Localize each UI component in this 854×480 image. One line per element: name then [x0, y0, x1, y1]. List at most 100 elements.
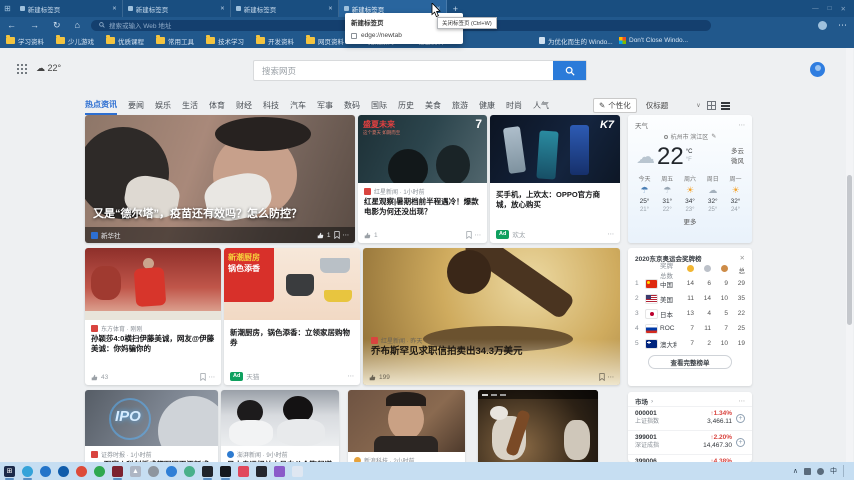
- full-standings-button[interactable]: 查看完整榜单: [648, 355, 732, 369]
- ad-card-kitchen[interactable]: 新潮厨房 锅色添香 新潮厨房，锅色添香：立领家居购物券 Ad 天猫 ⋯: [224, 248, 360, 385]
- medal-row[interactable]: 2 美国 11 14 10 35: [628, 291, 752, 306]
- like-icon[interactable]: [317, 232, 324, 239]
- taskbar-app-icon[interactable]: [22, 465, 33, 480]
- list-view-icon[interactable]: [720, 101, 730, 110]
- taskbar-app-icon[interactable]: [238, 465, 249, 477]
- more-icon[interactable]: ⋯: [348, 372, 355, 380]
- bookmark-folder[interactable]: 开发资料: [250, 35, 300, 46]
- category-tab[interactable]: 体育: [209, 100, 225, 114]
- bookmark-icon[interactable]: [333, 231, 340, 239]
- tray-caret-icon[interactable]: ∧: [793, 467, 798, 475]
- tab-close-icon[interactable]: ✕: [328, 6, 333, 12]
- taskbar-app-icon[interactable]: [58, 465, 69, 477]
- bookmark-icon[interactable]: [465, 231, 472, 239]
- forward-icon[interactable]: →: [23, 20, 46, 30]
- network-icon[interactable]: [804, 467, 811, 475]
- bookmark-icon[interactable]: [199, 373, 206, 381]
- category-tab[interactable]: 国际: [371, 100, 387, 114]
- taskbar-app-icon[interactable]: [148, 465, 159, 477]
- taskbar-app-icon[interactable]: ▲: [130, 465, 141, 477]
- new-tab-button[interactable]: +: [447, 4, 464, 14]
- category-tab[interactable]: 美食: [425, 100, 441, 114]
- home-icon[interactable]: ⌂: [68, 20, 87, 30]
- category-tab[interactable]: 生活: [182, 100, 198, 114]
- news-card-pingpong[interactable]: 东方体育 · 刚刚 孙颖莎4:0横扫伊藤美诚，网友@伊藤美诚：你妈骗你的 43 …: [85, 248, 221, 385]
- news-card-delta[interactable]: 又是“德尔塔”，疫苗还有效吗？怎么防控？ 新华社 1 ⋯: [85, 115, 355, 243]
- category-tab[interactable]: 财经: [236, 100, 252, 114]
- widget-close-icon[interactable]: ✕: [740, 254, 745, 262]
- like-icon[interactable]: [369, 374, 376, 381]
- bookmark-folder[interactable]: 少儿游戏: [50, 35, 100, 46]
- category-tab[interactable]: 旅游: [452, 100, 468, 114]
- chevron-down-icon[interactable]: ∨: [696, 102, 700, 109]
- medal-row[interactable]: 4 ROC 7 11 7 25: [628, 321, 752, 336]
- more-icon[interactable]: ⋯: [343, 231, 350, 239]
- taskbar-app-icon[interactable]: [184, 465, 195, 477]
- refresh-icon[interactable]: ↻: [46, 20, 68, 31]
- grid-view-icon[interactable]: [706, 101, 716, 110]
- bookmark-folder[interactable]: 常用工具: [150, 35, 200, 46]
- browser-tab[interactable]: 新建标签页 ✕: [15, 0, 123, 17]
- bookmark-icon[interactable]: [598, 373, 605, 381]
- category-tab[interactable]: 热点资讯: [85, 99, 117, 115]
- medal-row[interactable]: 5 澳大利亚 7 2 10 19: [628, 336, 752, 351]
- layout-select[interactable]: 仅标题: [646, 100, 669, 111]
- taskbar-app-icon[interactable]: [274, 465, 285, 477]
- browser-tab[interactable]: 新建标签页 ✕: [123, 0, 231, 17]
- add-stock-icon[interactable]: +: [736, 413, 745, 423]
- ime-indicator[interactable]: 中: [830, 466, 837, 476]
- more-icon[interactable]: ⋯: [608, 230, 615, 238]
- widget-more-icon[interactable]: ⋯: [739, 121, 746, 129]
- bookmark-folder[interactable]: 学习资料: [0, 35, 50, 46]
- category-tab[interactable]: 时尚: [506, 100, 522, 114]
- medal-widget[interactable]: 2020东京奥运会奖牌榜 ✕ 奖牌总数 总 1 中国 14 6 9 29 2 美…: [628, 248, 752, 386]
- tab-close-icon[interactable]: ✕: [112, 6, 117, 12]
- category-tab[interactable]: 数码: [344, 100, 360, 114]
- widget-more-icon[interactable]: ⋯: [739, 397, 746, 405]
- weather-more-link[interactable]: 更多: [628, 216, 752, 226]
- suggest-item[interactable]: edge://newtab: [345, 29, 463, 44]
- stock-row[interactable]: 399001 深证成指 ↑2.20% 14,467.30 +: [628, 429, 752, 454]
- like-icon[interactable]: [91, 374, 98, 381]
- back-icon[interactable]: ←: [0, 20, 23, 30]
- more-icon[interactable]: ⋯: [209, 373, 216, 381]
- forecast-day[interactable]: 今天 25° 21°: [634, 174, 655, 213]
- more-icon[interactable]: ⋯: [608, 373, 615, 381]
- add-stock-icon[interactable]: +: [736, 437, 745, 447]
- forecast-day[interactable]: 周五 31° 22°: [657, 174, 678, 213]
- chevron-right-icon[interactable]: ›: [651, 398, 653, 405]
- medal-row[interactable]: 3 日本 13 4 5 22: [628, 306, 752, 321]
- tab-list-icon[interactable]: ⊞: [0, 4, 15, 13]
- search-input[interactable]: [254, 65, 553, 76]
- volume-icon[interactable]: [817, 467, 824, 475]
- more-icon[interactable]: ⋯: [475, 231, 482, 239]
- tab-close-icon[interactable]: ✕: [220, 6, 225, 12]
- taskbar-app-icon[interactable]: ⊞: [4, 465, 15, 480]
- category-tab[interactable]: 汽车: [290, 100, 306, 114]
- browser-tab[interactable]: 新建标签页 ✕: [231, 0, 339, 17]
- mini-weather[interactable]: ☁ 22°: [36, 63, 61, 74]
- taskbar-app-icon[interactable]: [40, 465, 51, 477]
- category-tab[interactable]: 军事: [317, 100, 333, 114]
- category-tab[interactable]: 娱乐: [155, 100, 171, 114]
- news-card-jobs[interactable]: 红星新闻 · 昨天 乔布斯罕见求职信拍卖出34.3万美元 199 ⋯: [363, 248, 620, 385]
- taskbar-app-icon[interactable]: [292, 465, 303, 477]
- taskbar-app-icon[interactable]: [220, 465, 231, 480]
- forecast-day[interactable]: 周六 34° 23°: [680, 174, 701, 213]
- forecast-day[interactable]: 周日 32° 25°: [702, 174, 723, 213]
- category-tab[interactable]: 人气: [533, 100, 549, 114]
- bookmark-item[interactable]: 为优化而生的 Windo...: [533, 36, 619, 46]
- weather-location[interactable]: 杭州市 滨江区: [671, 132, 709, 141]
- stock-row[interactable]: 399006 创业板指 ↑4.38% 3,466.60 +: [628, 453, 752, 462]
- taskbar-app-icon[interactable]: [76, 465, 87, 477]
- medal-row[interactable]: 1 中国 14 6 9 29: [628, 276, 752, 291]
- bookmark-folder[interactable]: 技术学习: [200, 35, 250, 46]
- bookmark-folder[interactable]: 优质课程: [100, 35, 150, 46]
- unit-fahrenheit[interactable]: °F: [686, 157, 693, 165]
- user-avatar[interactable]: [810, 62, 825, 77]
- window-maximize-icon[interactable]: □: [828, 5, 832, 13]
- settings-menu-icon[interactable]: ⋯: [831, 20, 854, 31]
- news-card-movie[interactable]: 盛夏未来 这个夏天 如期而至 7 红星新闻 · 1小时前 红星观察|暑期档前半程…: [358, 115, 487, 243]
- unit-celsius[interactable]: °C: [686, 149, 693, 157]
- bookmark-item[interactable]: Don't Close Windo...: [613, 37, 694, 44]
